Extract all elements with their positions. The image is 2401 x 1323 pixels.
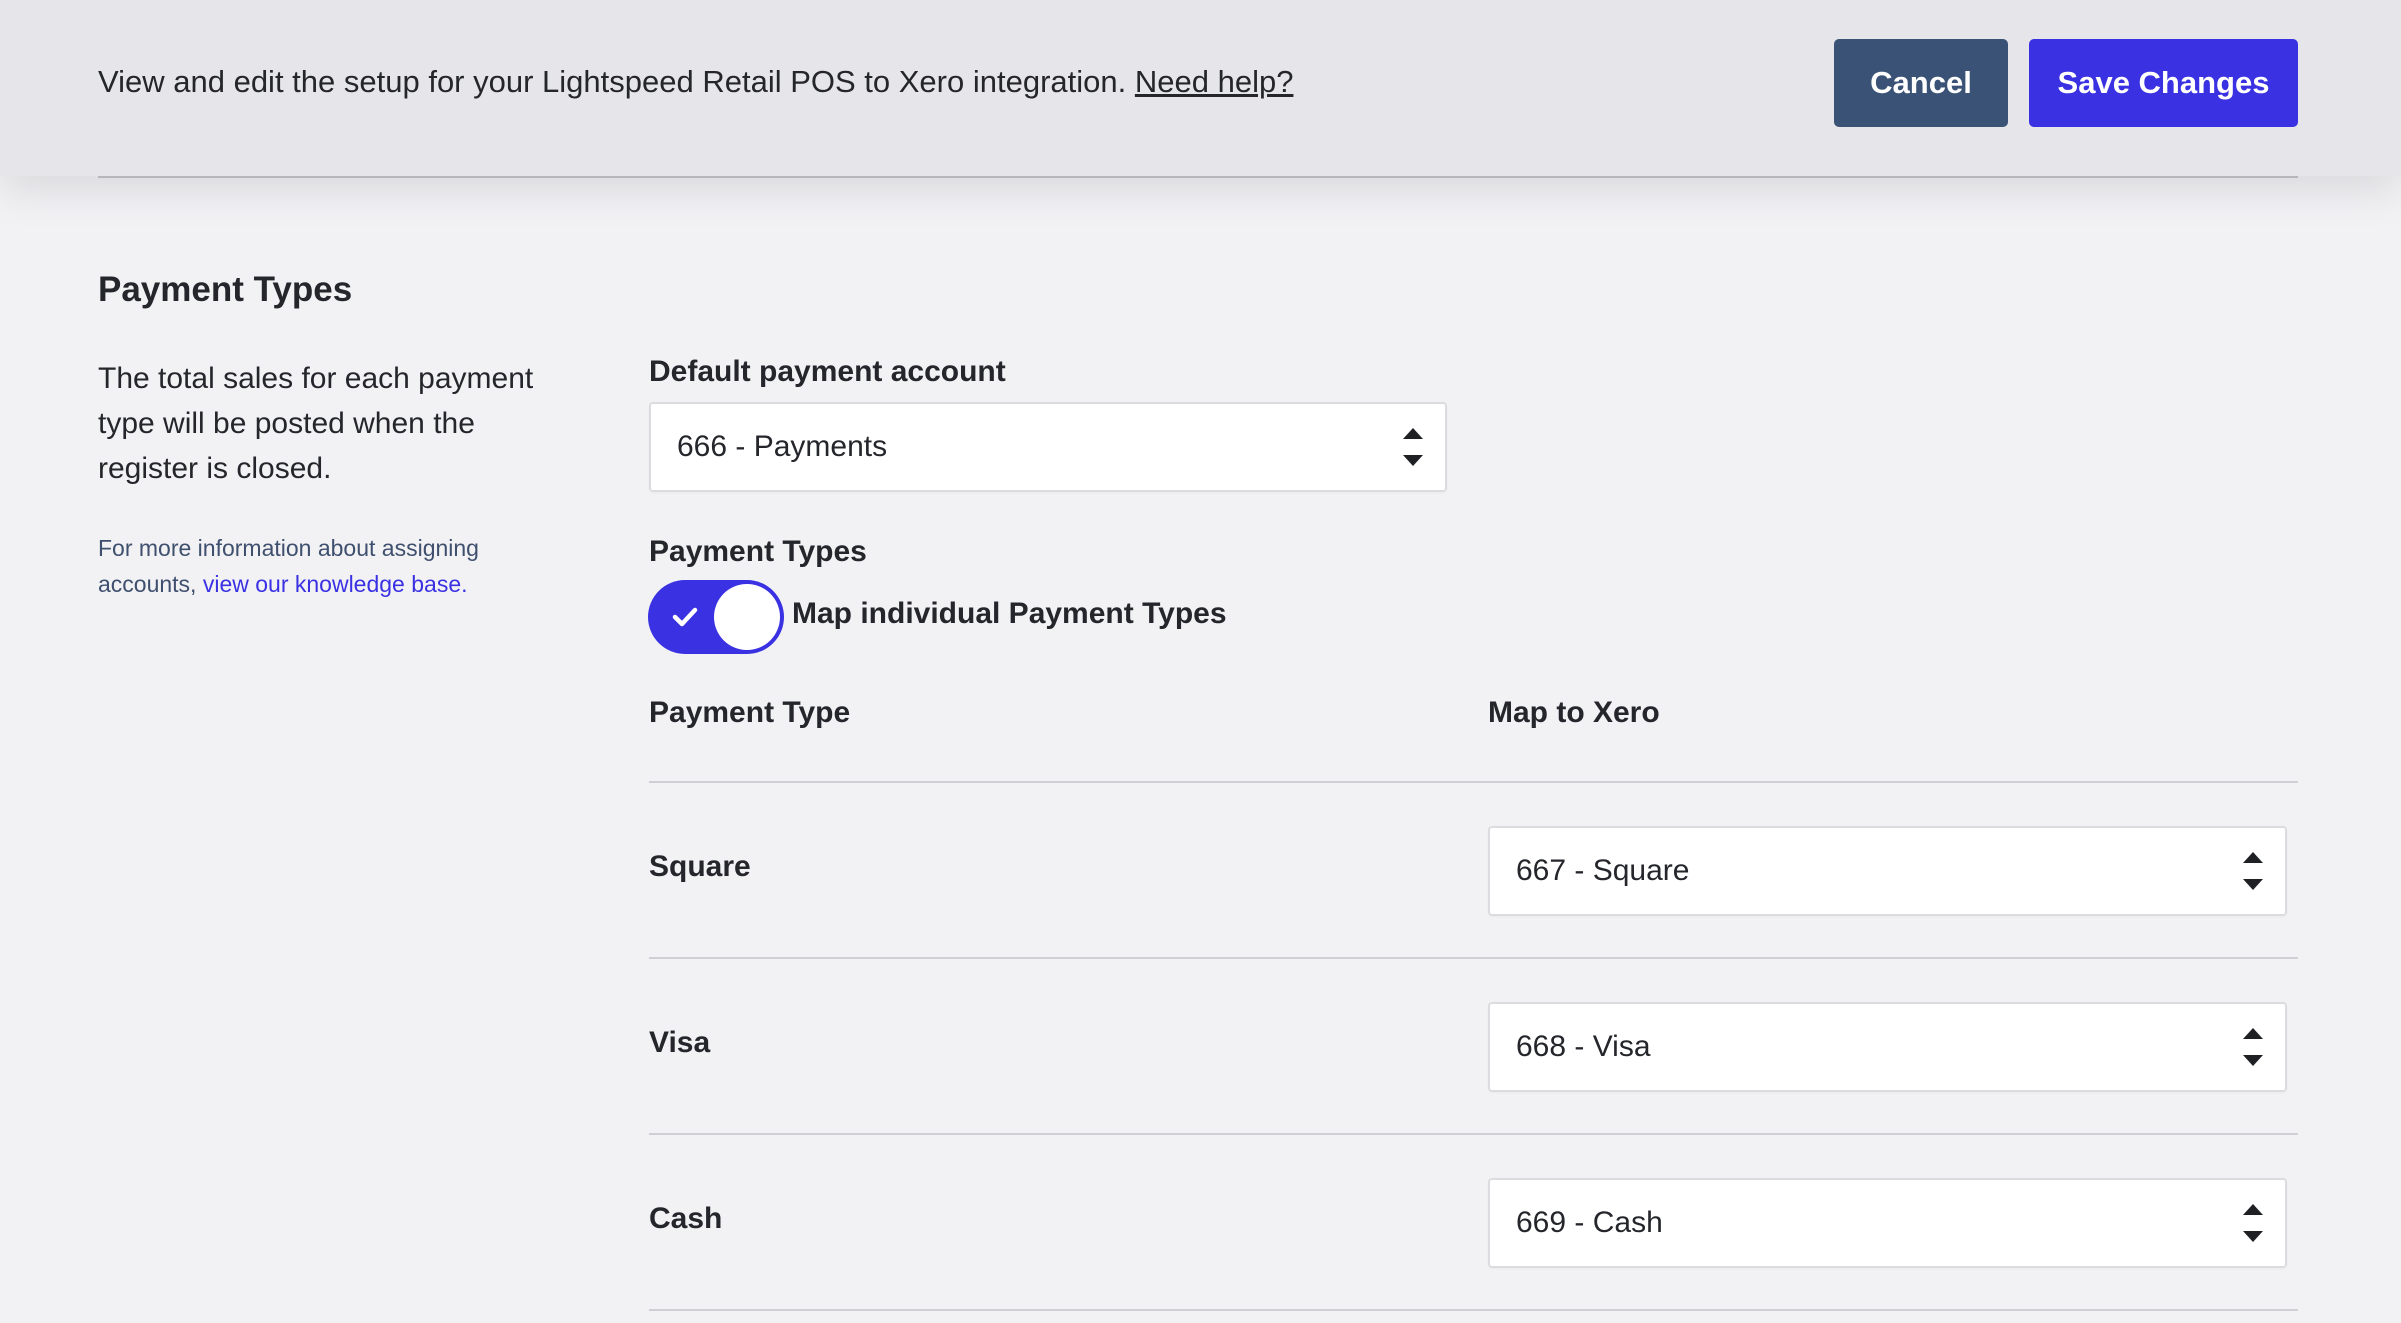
column-header-payment-type: Payment Type (649, 696, 851, 729)
default-payment-account-label: Default payment account (649, 355, 1006, 388)
section-help-text: For more information about assigning acc… (98, 530, 528, 602)
header-divider (98, 176, 2298, 178)
toggle-knob (714, 584, 780, 650)
need-help-link[interactable]: Need help? (1135, 64, 1294, 99)
row-divider (649, 1309, 2298, 1311)
row-divider (649, 1133, 2298, 1135)
integration-description: View and edit the setup for your Lightsp… (98, 64, 1293, 100)
integration-description-text: View and edit the setup for your Lightsp… (98, 64, 1127, 99)
sort-arrows-icon (2241, 848, 2265, 894)
xero-account-value-cash: 669 - Cash (1516, 1206, 1663, 1239)
default-payment-account-select[interactable]: 666 - Payments (649, 402, 1447, 492)
top-bar: View and edit the setup for your Lightsp… (0, 0, 2401, 176)
section-title: Payment Types (98, 270, 353, 309)
payment-type-cash: Cash (649, 1202, 723, 1235)
map-payment-types-toggle[interactable] (648, 580, 784, 654)
default-payment-account-value: 666 - Payments (677, 430, 888, 463)
xero-account-select-cash[interactable]: 669 - Cash (1488, 1178, 2287, 1268)
xero-account-value-visa: 668 - Visa (1516, 1030, 1651, 1063)
sort-arrows-icon (2241, 1024, 2265, 1070)
row-divider (649, 957, 2298, 959)
payment-type-square: Square (649, 850, 751, 883)
sort-arrows-icon (2241, 1200, 2265, 1246)
knowledge-base-link[interactable]: view our knowledge base. (203, 571, 468, 597)
checkmark-icon (672, 607, 698, 627)
sort-arrows-icon (1401, 424, 1425, 470)
payment-types-label: Payment Types (649, 535, 867, 568)
cancel-button[interactable]: Cancel (1834, 39, 2008, 127)
map-payment-types-label: Map individual Payment Types (792, 597, 1227, 630)
xero-account-select-visa[interactable]: 668 - Visa (1488, 1002, 2287, 1092)
xero-account-select-square[interactable]: 667 - Square (1488, 826, 2287, 916)
save-changes-button[interactable]: Save Changes (2029, 39, 2298, 127)
table-divider (649, 781, 2298, 783)
xero-account-value-square: 667 - Square (1516, 854, 1690, 887)
payment-type-visa: Visa (649, 1026, 711, 1059)
section-description: The total sales for each payment type wi… (98, 362, 534, 485)
column-header-map-to-xero: Map to Xero (1488, 696, 1660, 729)
